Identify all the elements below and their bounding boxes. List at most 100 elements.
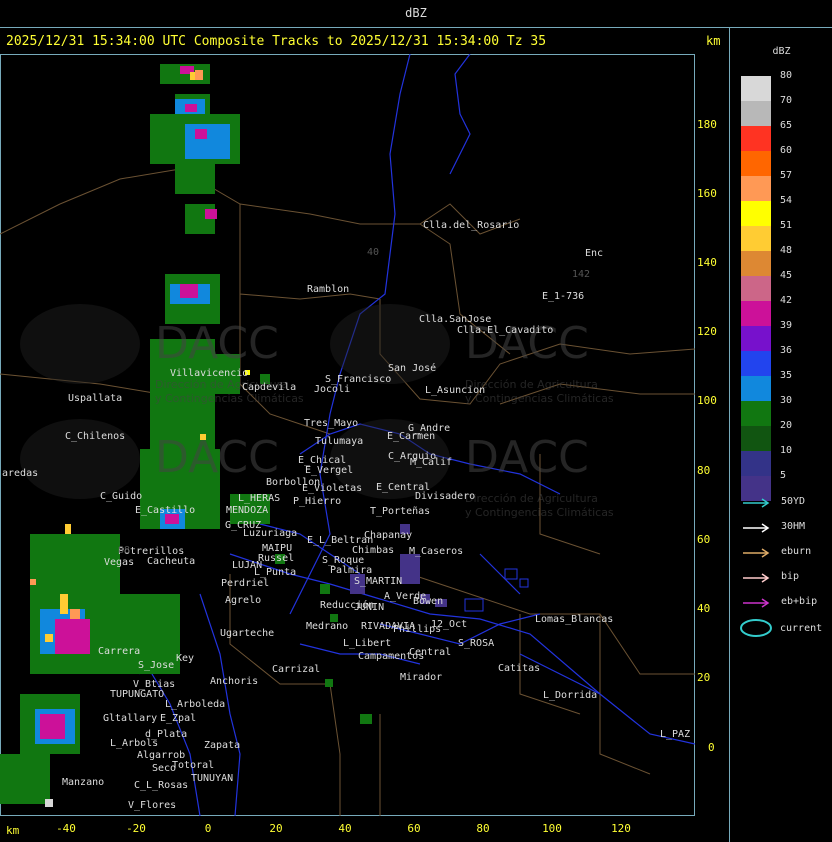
place-label: Zapata xyxy=(204,740,241,751)
km-label-top: km xyxy=(706,34,721,48)
track-label: eb+bip xyxy=(781,596,818,607)
legend-title: dBZ xyxy=(772,46,791,57)
place-label: Manzano xyxy=(62,777,105,788)
track-label: 50YD xyxy=(781,496,806,507)
place-label: TUNUYAN xyxy=(191,773,234,784)
scale-swatch xyxy=(741,326,771,351)
place-label: Mirador xyxy=(400,672,443,683)
scale-swatch xyxy=(741,251,771,276)
place-label: Medrano xyxy=(306,621,349,632)
x-tick: 40 xyxy=(338,822,352,835)
place-label: S_MARTIN xyxy=(354,576,403,587)
arrow-icon xyxy=(743,573,770,583)
place-label: L_Arbols xyxy=(110,738,159,749)
scale-swatch xyxy=(741,276,771,301)
current-label: current xyxy=(780,623,823,634)
place-label: M_Caseros xyxy=(409,546,464,557)
place-label: Key xyxy=(176,653,195,664)
place-label: JUNIN xyxy=(354,602,385,613)
legend-panel: dBZ 80 70 65 60 57 54 51 48 45 42 39 36 35 30 20 10 5 50… xyxy=(731,28,832,842)
arrow-icon xyxy=(743,523,770,533)
scale-label: 51 xyxy=(780,220,793,231)
place-label: 142 xyxy=(572,269,591,280)
x-tick: 0 xyxy=(204,822,212,835)
place-label: Palmira xyxy=(330,565,373,576)
y-tick: 80 xyxy=(697,464,711,477)
watermark-logo-1: DACC xyxy=(155,318,279,369)
place-label: Tulumaya xyxy=(315,436,364,447)
scale-swatch xyxy=(741,451,771,476)
watermark-logo-4: DACC xyxy=(465,432,589,483)
track-label: eburn xyxy=(781,546,812,557)
scale-swatch xyxy=(741,76,771,101)
place-label: E_Carmen xyxy=(387,431,436,442)
scale-swatch xyxy=(741,301,771,326)
km-label-bottom: km xyxy=(6,824,20,837)
scale-label: 57 xyxy=(780,170,793,181)
top-bar: dBZ xyxy=(0,0,832,28)
y-tick: 180 xyxy=(697,118,717,131)
place-label: Luzuriaga xyxy=(243,528,298,539)
place-label: C_L_Rosas xyxy=(134,780,189,791)
x-tick: -20 xyxy=(126,822,146,835)
scale-swatch xyxy=(741,376,771,401)
place-label: S_Jose xyxy=(138,660,175,671)
watermark-tagline-1b: y Contingencias Climáticas xyxy=(155,392,304,405)
y-tick: 20 xyxy=(697,671,711,684)
place-label: Carrizal xyxy=(272,664,321,675)
place-label: Tres_Mayo xyxy=(304,418,359,429)
track-legend-item: eb+bip xyxy=(741,596,832,610)
y-tick: 120 xyxy=(697,325,717,338)
place-label: Cacheuta xyxy=(147,556,196,567)
scale-label: 70 xyxy=(780,95,793,106)
watermark-tagline-4a: Dirección de Agricultura xyxy=(465,492,598,505)
place-label: 12_Oct xyxy=(431,619,468,630)
place-label: San José xyxy=(388,363,437,374)
place-label: TUPUNGATO xyxy=(110,689,165,700)
place-label: Catitas xyxy=(498,663,541,674)
scale-label: 30 xyxy=(780,395,793,406)
scale-label: 80 xyxy=(780,70,793,81)
place-label: Agrelo xyxy=(225,595,262,606)
arrow-icon xyxy=(743,548,770,558)
place-label: Russel xyxy=(258,553,295,564)
scale-swatch xyxy=(741,126,771,151)
scale-label: 5 xyxy=(780,470,787,481)
watermark-tagline-4b: y Contingencias Climáticas xyxy=(465,506,614,519)
watermark-logo-3: DACC xyxy=(155,432,279,483)
track-legend-item: 50YD xyxy=(741,496,832,510)
place-label: Villavicencio xyxy=(170,368,249,379)
scale-swatch xyxy=(741,426,771,451)
scale-swatch xyxy=(741,201,771,226)
scale-swatch xyxy=(741,151,771,176)
scale-label: 45 xyxy=(780,270,793,281)
composite-title: 2025/12/31 15:34:00 UTC Composite Tracks… xyxy=(6,34,547,49)
current-ellipse-icon xyxy=(740,619,772,637)
place-label: L_Asuncion xyxy=(425,385,486,396)
track-legend-item: eburn xyxy=(741,546,832,560)
place-label: S_ROSA xyxy=(458,638,495,649)
place-label: L_Arboleda xyxy=(165,699,226,710)
arrow-icon xyxy=(743,498,770,508)
place-label: L_HERAS xyxy=(238,493,281,504)
place-label: L_Dorrida xyxy=(543,690,598,701)
scale-swatch xyxy=(741,176,771,201)
scale-label: 20 xyxy=(780,420,793,431)
place-label: Divisadero xyxy=(415,491,476,502)
y-tick: 160 xyxy=(697,187,717,200)
place-label: Clla.del_Rosario xyxy=(423,220,520,231)
place-label: E_Castillo xyxy=(135,505,196,516)
scale-label: 42 xyxy=(780,295,793,306)
place-label: L_PAZ xyxy=(660,729,691,740)
scale-label: 48 xyxy=(780,245,793,256)
place-label: Clla.El_Cavadito xyxy=(457,325,554,336)
place-label: Seco xyxy=(152,763,177,774)
scale-label: 39 xyxy=(780,320,793,331)
x-tick: 60 xyxy=(407,822,421,835)
scale-label: 65 xyxy=(780,120,793,131)
scale-label: 35 xyxy=(780,370,793,381)
place-label: L_Libert xyxy=(343,638,392,649)
y-tick: 0 xyxy=(708,741,715,754)
y-tick: 40 xyxy=(697,602,711,615)
x-tick: 120 xyxy=(611,822,631,835)
